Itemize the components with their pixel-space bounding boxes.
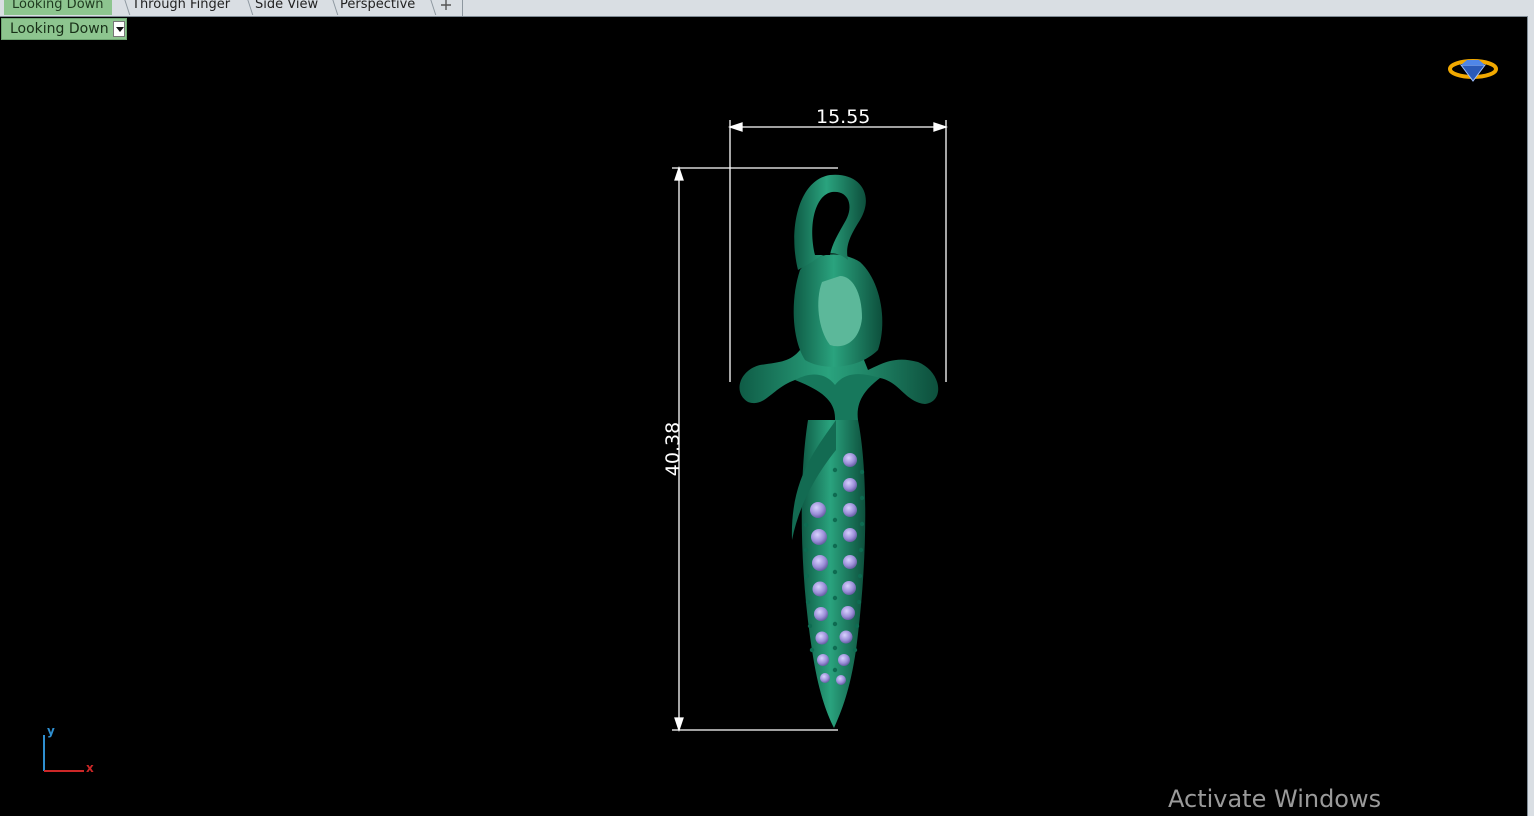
axis-x-label: x [86,761,94,775]
dagger-pendant-model[interactable] [739,174,939,728]
ring-logo-icon[interactable] [1447,55,1499,87]
height-dimension-label: 40.38 [662,421,685,477]
3d-viewport[interactable] [0,0,1534,816]
axis-indicator [43,735,84,772]
width-dimension-label: 15.55 [816,106,871,128]
activate-windows-watermark: Activate Windows [1168,785,1382,813]
axis-y-label: y [47,724,55,738]
